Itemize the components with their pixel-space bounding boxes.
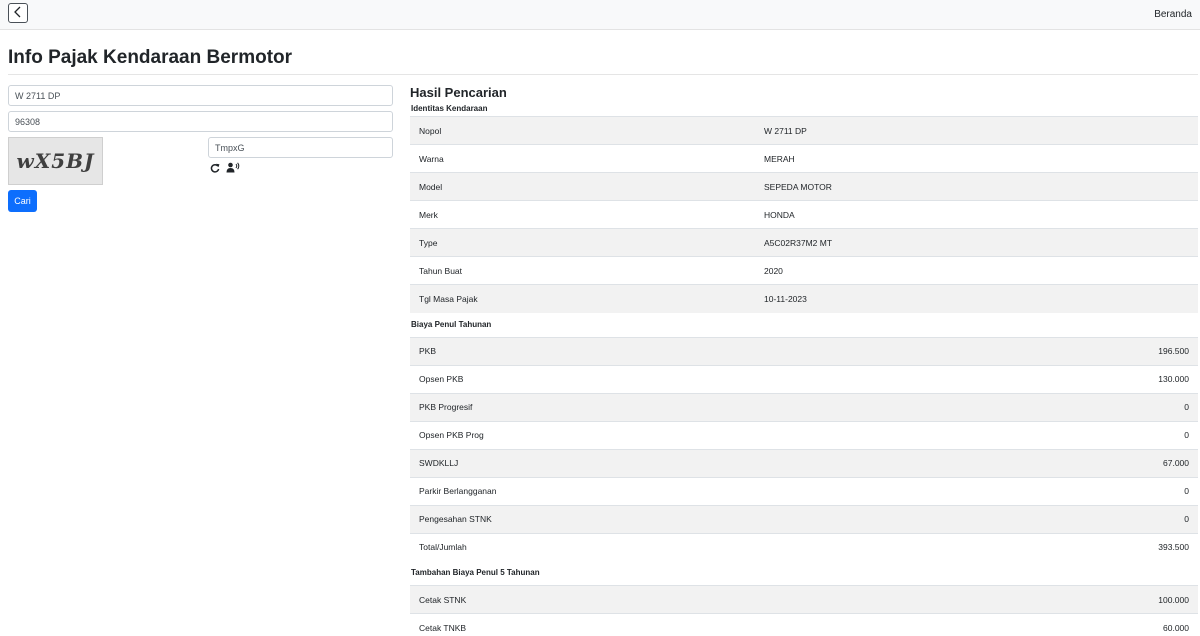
table-row: Tgl Masa Pajak 10-11-2023 (410, 284, 1198, 313)
five-year-fees-table: Cetak STNK 100.000 Cetak TNKB 60.000 (410, 585, 1198, 636)
captcha-image: wX5BJ (8, 137, 103, 185)
top-navbar: Beranda (0, 0, 1200, 30)
row-label: Type (410, 228, 755, 257)
identity-table: Nopol W 2711 DP Warna MERAH Model SEPEDA MOTO… (410, 116, 1198, 313)
table-row: Pengesahan STNK 0 (410, 504, 1198, 533)
table-row: Opsen PKB Prog 0 (410, 420, 1198, 449)
annual-fees-table: PKB 196.500 Opsen PKB 130.000 PKB Progresif 0… (410, 336, 1198, 561)
row-label: Tgl Masa Pajak (410, 284, 755, 313)
row-label: Warna (410, 144, 755, 173)
row-label: Cetak TNKB (410, 613, 755, 636)
back-button[interactable] (8, 3, 28, 23)
table-row: PKB 196.500 (410, 336, 1198, 365)
captcha-input[interactable]: TmpxG (208, 137, 393, 158)
row-value: 100.000 (755, 585, 1198, 614)
row-value: A5C02R37M2 MT (755, 228, 1198, 257)
title-divider (8, 74, 1198, 75)
chevron-left-icon (13, 6, 23, 20)
row-label: Merk (410, 200, 755, 229)
nopol-input[interactable]: W 2711 DP (8, 85, 393, 106)
row-value: 67.000 (755, 448, 1198, 477)
row-value: 0 (755, 392, 1198, 421)
row-value: 60.000 (755, 613, 1198, 636)
row-label: Nopol (410, 116, 755, 145)
five-year-section-label: Tambahan Biaya Penul 5 Tahunan (411, 568, 540, 577)
row-label: Pengesahan STNK (410, 504, 755, 533)
row-value: 130.000 (755, 364, 1198, 393)
table-row: Tahun Buat 2020 (410, 256, 1198, 285)
search-button[interactable]: Cari (8, 190, 37, 212)
results-heading: Hasil Pencarian (410, 85, 507, 100)
code-input[interactable]: 96308 (8, 111, 393, 132)
row-value: MERAH (755, 144, 1198, 173)
table-row: Cetak TNKB 60.000 (410, 613, 1198, 636)
row-value: SEPEDA MOTOR (755, 172, 1198, 201)
table-row: Opsen PKB 130.000 (410, 364, 1198, 393)
table-row: Model SEPEDA MOTOR (410, 172, 1198, 201)
table-row: Cetak STNK 100.000 (410, 585, 1198, 614)
row-value: W 2711 DP (755, 116, 1198, 145)
row-label: Total/Jumlah (410, 532, 755, 561)
table-row: PKB Progresif 0 (410, 392, 1198, 421)
row-value: 0 (755, 476, 1198, 505)
results-panel: Hasil Pencarian Identitas Kendaraan Nopo… (410, 84, 1198, 636)
row-label: Tahun Buat (410, 256, 755, 285)
table-row: Nopol W 2711 DP (410, 116, 1198, 145)
refresh-icon[interactable] (210, 163, 220, 173)
row-label: PKB (410, 336, 755, 365)
row-label: Cetak STNK (410, 585, 755, 614)
page-title: Info Pajak Kendaraan Bermotor (8, 47, 293, 68)
row-label: Opsen PKB (410, 364, 755, 393)
table-row: SWDKLLJ 67.000 (410, 448, 1198, 477)
captcha-image-text: wX5BJ (16, 149, 95, 173)
row-label: Parkir Berlangganan (410, 476, 755, 505)
home-link[interactable]: Beranda (1154, 9, 1192, 20)
row-label: Opsen PKB Prog (410, 420, 755, 449)
row-value: 393.500 (755, 532, 1198, 561)
row-value: 196.500 (755, 336, 1198, 365)
table-row: Parkir Berlangganan 0 (410, 476, 1198, 505)
captcha-controls (210, 162, 240, 173)
row-label: SWDKLLJ (410, 448, 755, 477)
row-value: 10-11-2023 (755, 284, 1198, 313)
row-label: PKB Progresif (410, 392, 755, 421)
identity-section-label: Identitas Kendaraan (411, 104, 488, 113)
table-row: Merk HONDA (410, 200, 1198, 229)
speaker-person-icon[interactable] (226, 162, 240, 173)
table-row: Type A5C02R37M2 MT (410, 228, 1198, 257)
table-row: Total/Jumlah 393.500 (410, 532, 1198, 561)
row-value: 0 (755, 420, 1198, 449)
row-value: 2020 (755, 256, 1198, 285)
annual-section-label: Biaya Penul Tahunan (411, 319, 492, 329)
row-value: 0 (755, 504, 1198, 533)
row-value: HONDA (755, 200, 1198, 229)
row-label: Model (410, 172, 755, 201)
table-row: Warna MERAH (410, 144, 1198, 173)
